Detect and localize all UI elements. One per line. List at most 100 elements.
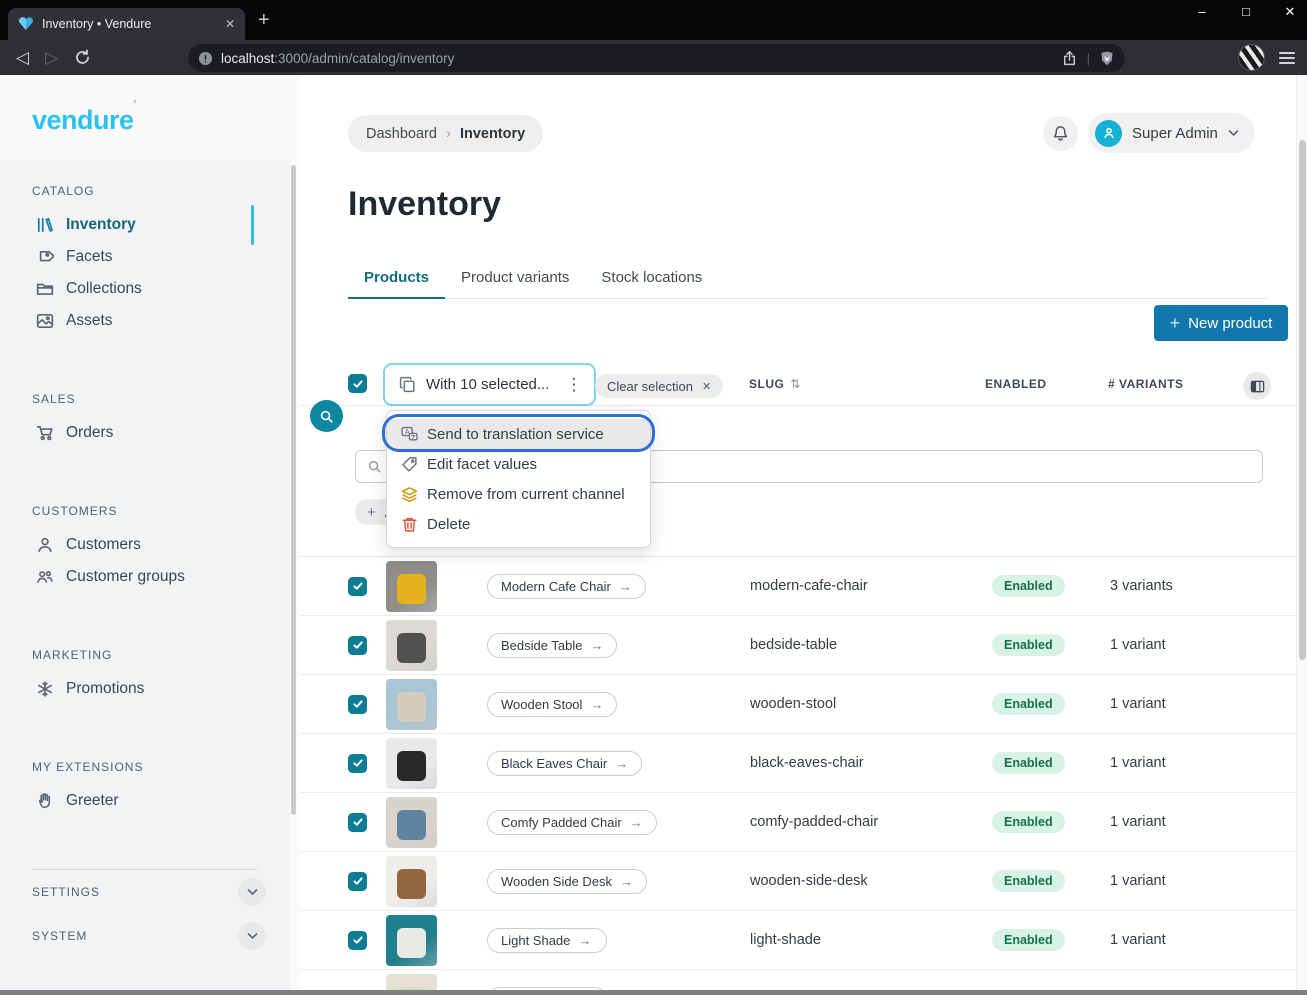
window-maximize-button[interactable]: □: [1239, 4, 1253, 20]
brave-shield-icon[interactable]: [1099, 50, 1115, 67]
table-row[interactable]: [300, 970, 1296, 990]
row-checkbox[interactable]: [348, 931, 367, 950]
sidebar-item-collections[interactable]: Collections: [0, 273, 290, 305]
row-checkbox[interactable]: [348, 813, 367, 832]
table-row[interactable]: Wooden Stool → wooden-stool Enabled 1 va…: [300, 675, 1296, 734]
tab-stock-locations[interactable]: Stock locations: [585, 262, 718, 299]
arrow-right-icon: →: [590, 697, 603, 712]
user-menu[interactable]: Super Admin: [1088, 113, 1255, 153]
table-header-row: With 10 selected... ⋮ Clear selection ✕ …: [300, 365, 1296, 406]
browser-window: Inventory • Vendure ✕ + – □ ✕ ◁ ▷ localh…: [0, 0, 1307, 995]
site-info-icon[interactable]: [198, 51, 213, 66]
plus-icon: +: [1170, 313, 1181, 334]
arrow-right-icon: →: [590, 638, 603, 653]
select-all-checkbox[interactable]: [348, 374, 367, 393]
new-tab-button[interactable]: +: [258, 10, 270, 30]
vendure-logo: vendure’: [32, 105, 136, 136]
sidebar-item-inventory[interactable]: Inventory: [0, 209, 290, 241]
nav-section-marketing: MARKETING: [0, 645, 290, 665]
plus-icon: +: [367, 504, 376, 521]
table-row[interactable]: Modern Cafe Chair → modern-cafe-chair En…: [300, 557, 1296, 616]
row-checkbox[interactable]: [348, 695, 367, 714]
product-name-link[interactable]: Wooden Side Desk →: [487, 869, 647, 894]
table-row[interactable]: Bedside Table → bedside-table Enabled 1 …: [300, 616, 1296, 675]
inventory-icon: [36, 216, 54, 234]
product-name-link[interactable]: [487, 987, 607, 990]
column-header-slug[interactable]: SLUG⇅: [749, 377, 801, 391]
hand-wave-icon: [36, 792, 54, 810]
nav-section-sales: SALES: [0, 389, 290, 409]
product-name-link[interactable]: Bedside Table →: [487, 633, 617, 658]
product-name-link[interactable]: Wooden Stool →: [487, 692, 617, 717]
tab-products[interactable]: Products: [348, 262, 445, 299]
row-checkbox[interactable]: [348, 754, 367, 773]
breadcrumb[interactable]: Dashboard › Inventory: [348, 115, 543, 152]
sort-icon[interactable]: ⇅: [790, 377, 801, 391]
reload-icon[interactable]: [74, 49, 91, 66]
main-scrollbar[interactable]: [1296, 75, 1307, 990]
bulk-actions-button[interactable]: With 10 selected... ⋮: [383, 363, 596, 406]
kebab-menu-icon[interactable]: ⋮: [565, 375, 582, 395]
url-bar[interactable]: localhost:3000/admin/catalog/inventory |: [188, 44, 1125, 72]
product-name-link[interactable]: Black Eaves Chair →: [487, 751, 642, 776]
product-slug: wooden-side-desk: [750, 873, 992, 889]
variant-count: 1 variant: [1110, 696, 1296, 712]
table-row[interactable]: Light Shade → light-shade Enabled 1 vari…: [300, 911, 1296, 970]
sidebar-section-settings[interactable]: SETTINGS: [32, 870, 266, 914]
sidebar-item-facets[interactable]: Facets: [0, 241, 290, 273]
row-checkbox[interactable]: [348, 872, 367, 891]
sidebar-item-assets[interactable]: Assets: [0, 305, 290, 337]
sidebar-item-greeter[interactable]: Greeter: [0, 785, 290, 817]
product-name-link[interactable]: Comfy Padded Chair →: [487, 810, 657, 835]
menu-item-delete[interactable]: Delete: [387, 509, 650, 539]
sidebar-item-promotions[interactable]: Promotions: [0, 673, 290, 705]
window-close-button[interactable]: ✕: [1283, 4, 1297, 20]
product-thumbnail: [386, 856, 437, 907]
clear-selection-chip[interactable]: Clear selection ✕: [595, 374, 723, 398]
table-row[interactable]: Comfy Padded Chair → comfy-padded-chair …: [300, 793, 1296, 852]
status-badge: Enabled: [992, 870, 1065, 892]
menu-item-edit-facet-values[interactable]: Edit facet values: [387, 449, 650, 479]
sidebar-scrollbar[interactable]: [291, 165, 296, 815]
nav-section-catalog: CATALOG: [0, 181, 290, 201]
vendure-favicon: [18, 16, 34, 32]
sidebar-item-customers[interactable]: Customers: [0, 529, 290, 561]
product-slug: modern-cafe-chair: [750, 578, 992, 594]
row-checkbox[interactable]: [348, 577, 367, 596]
browser-profile-avatar[interactable]: [1238, 44, 1265, 71]
close-icon[interactable]: ✕: [702, 380, 711, 393]
variant-count: 1 variant: [1110, 755, 1296, 771]
status-badge: Enabled: [992, 575, 1065, 597]
chevron-down-icon[interactable]: [238, 922, 266, 950]
column-settings-button[interactable]: [1243, 372, 1271, 400]
scrollbar-thumb[interactable]: [1299, 140, 1306, 660]
table-row[interactable]: Black Eaves Chair → black-eaves-chair En…: [300, 734, 1296, 793]
notifications-button[interactable]: [1043, 116, 1078, 151]
window-minimize-button[interactable]: –: [1195, 4, 1209, 20]
browser-menu-icon[interactable]: [1279, 49, 1295, 67]
back-icon[interactable]: ◁: [16, 48, 29, 68]
product-name-link[interactable]: Light Shade →: [487, 928, 607, 953]
product-thumbnail: [386, 738, 437, 789]
sidebar-item-customer-groups[interactable]: Customer groups: [0, 561, 290, 593]
product-name-link[interactable]: Modern Cafe Chair →: [487, 574, 646, 599]
breadcrumb-dashboard[interactable]: Dashboard: [366, 126, 437, 142]
table-row[interactable]: Wooden Side Desk → wooden-side-desk Enab…: [300, 852, 1296, 911]
row-checkbox[interactable]: [348, 990, 367, 991]
search-button[interactable]: [310, 400, 343, 432]
row-checkbox[interactable]: [348, 636, 367, 655]
tab-close-icon[interactable]: ✕: [225, 17, 235, 31]
browser-tab[interactable]: Inventory • Vendure ✕: [8, 8, 245, 40]
chevron-down-icon[interactable]: [238, 878, 266, 906]
new-product-button[interactable]: + New product: [1154, 305, 1288, 341]
sidebar-item-orders[interactable]: Orders: [0, 417, 290, 449]
tab-product-variants[interactable]: Product variants: [445, 262, 585, 299]
sidebar-section-system[interactable]: SYSTEM: [32, 914, 266, 958]
trash-icon: [401, 516, 418, 533]
share-icon[interactable]: [1061, 50, 1078, 67]
menu-item-send-to-translation[interactable]: A Send to translation service: [387, 419, 650, 449]
product-slug: wooden-stool: [750, 696, 992, 712]
status-badge: Enabled: [992, 634, 1065, 656]
menu-item-remove-from-channel[interactable]: Remove from current channel: [387, 479, 650, 509]
check-icon: [352, 378, 364, 390]
